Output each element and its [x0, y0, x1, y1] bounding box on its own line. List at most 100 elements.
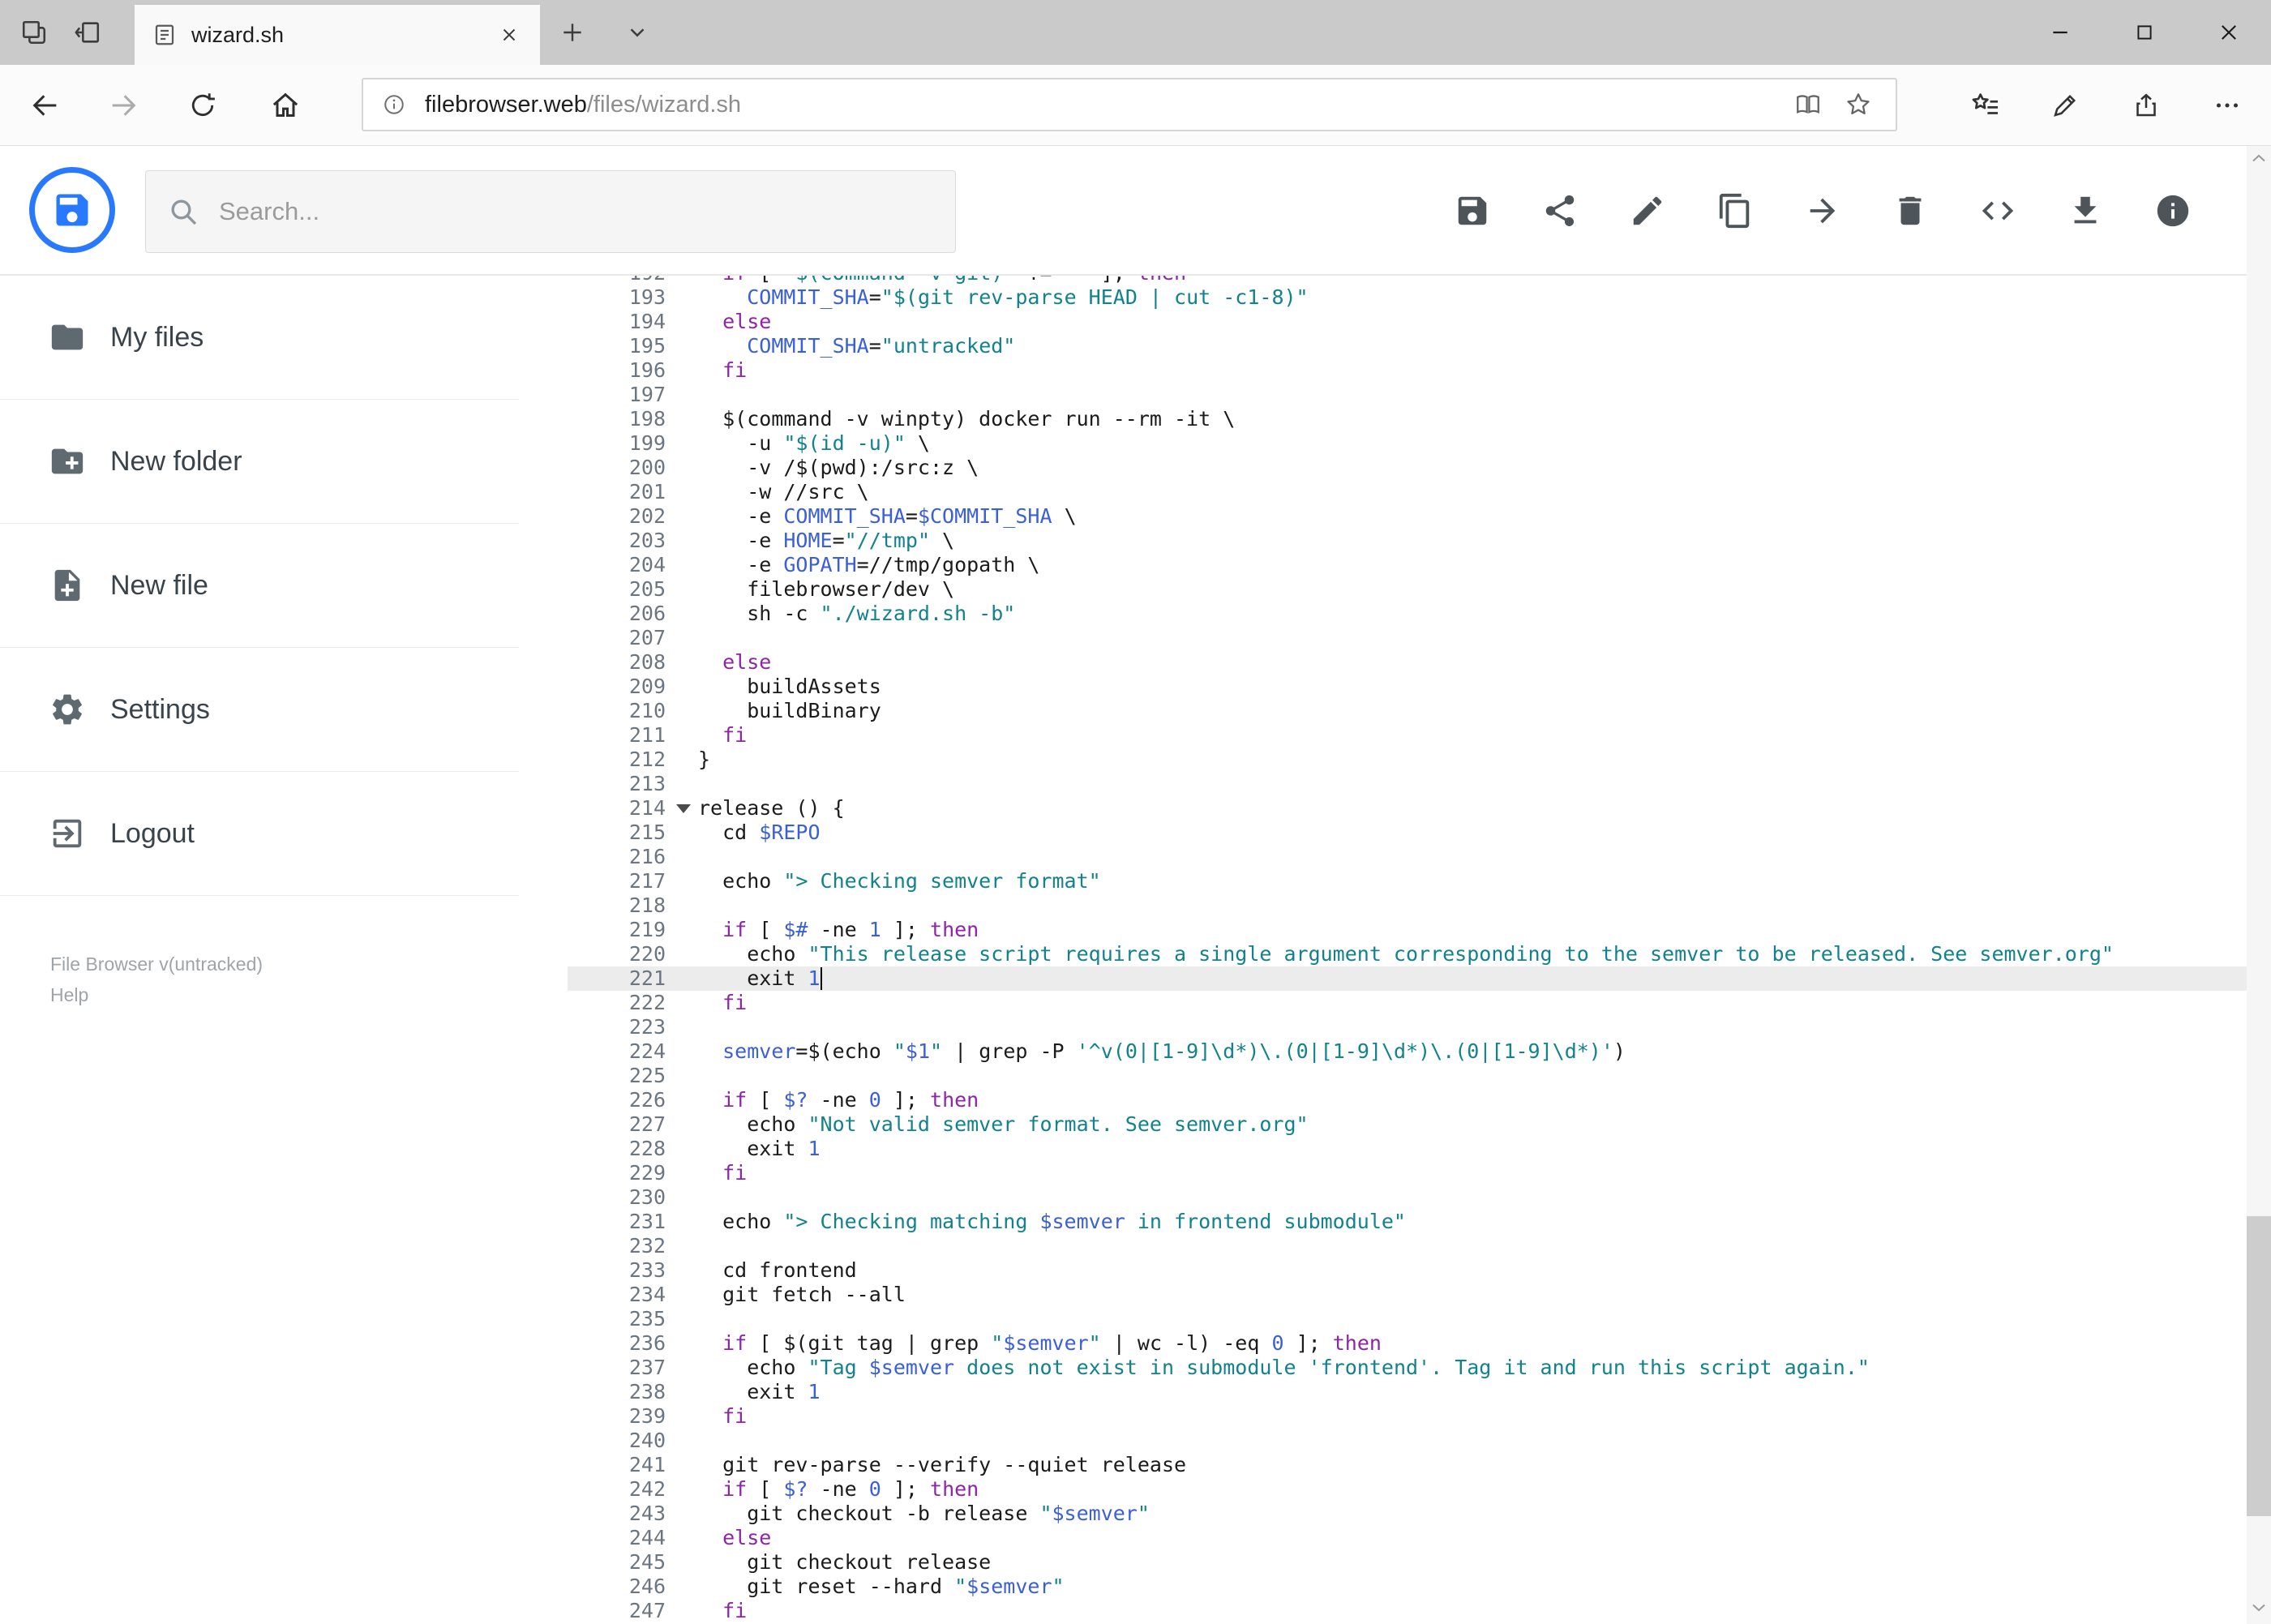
tab-close-icon[interactable]: [491, 17, 527, 53]
line-number[interactable]: 203: [568, 529, 666, 553]
help-link[interactable]: Help: [50, 979, 263, 1010]
line-number[interactable]: 208: [568, 650, 666, 675]
close-button[interactable]: [2187, 0, 2271, 65]
line-number[interactable]: 246: [568, 1575, 666, 1599]
code-text[interactable]: cd $REPO: [666, 821, 2247, 845]
code-line-246[interactable]: 246 git reset --hard "$semver": [568, 1575, 2247, 1599]
line-number[interactable]: 212: [568, 748, 666, 772]
line-number[interactable]: 231: [568, 1210, 666, 1234]
code-text[interactable]: buildAssets: [666, 675, 2247, 699]
code-line-243[interactable]: 243 git checkout -b release "$semver": [568, 1502, 2247, 1526]
sidebar-item-my-files[interactable]: My files: [0, 276, 519, 400]
code-text[interactable]: [666, 1185, 2247, 1210]
sidebar-item-new-folder[interactable]: New folder: [0, 400, 519, 524]
code-text[interactable]: fi: [666, 358, 2247, 383]
code-line-228[interactable]: 228 exit 1: [568, 1137, 2247, 1161]
code-text[interactable]: echo "Tag $semver does not exist in subm…: [666, 1356, 2247, 1380]
move-button[interactable]: [1797, 185, 1849, 237]
code-line-235[interactable]: 235: [568, 1307, 2247, 1331]
code-line-217[interactable]: 217 echo "> Checking semver format": [568, 869, 2247, 893]
code-text[interactable]: [666, 383, 2247, 407]
code-text[interactable]: git reset --hard "$semver": [666, 1575, 2247, 1599]
code-line-232[interactable]: 232: [568, 1234, 2247, 1258]
code-line-245[interactable]: 245 git checkout release: [568, 1550, 2247, 1575]
code-line-230[interactable]: 230: [568, 1185, 2247, 1210]
line-number[interactable]: 244: [568, 1526, 666, 1550]
favorite-star-icon[interactable]: [1837, 84, 1879, 126]
line-number[interactable]: 193: [568, 285, 666, 310]
code-text[interactable]: semver=$(echo "$1" | grep -P '^v(0|[1-9]…: [666, 1039, 2247, 1064]
line-number[interactable]: 236: [568, 1331, 666, 1356]
code-text[interactable]: buildBinary: [666, 699, 2247, 723]
code-line-211[interactable]: 211 fi: [568, 723, 2247, 748]
code-line-197[interactable]: 197: [568, 383, 2247, 407]
line-number[interactable]: 235: [568, 1307, 666, 1331]
line-number[interactable]: 205: [568, 577, 666, 602]
address-bar[interactable]: filebrowser.web/files/wizard.sh: [362, 78, 1897, 131]
code-text[interactable]: [666, 1307, 2247, 1331]
minimize-button[interactable]: [2018, 0, 2102, 65]
line-number[interactable]: 229: [568, 1161, 666, 1185]
line-number[interactable]: 221: [568, 966, 666, 991]
line-number[interactable]: 200: [568, 456, 666, 480]
code-line-206[interactable]: 206 sh -c "./wizard.sh -b": [568, 602, 2247, 626]
save-button[interactable]: [1446, 185, 1498, 237]
reading-view-icon[interactable]: [1787, 84, 1829, 126]
tab-list-chevron-icon[interactable]: [615, 10, 660, 55]
code-line-199[interactable]: 199 -u "$(id -u)" \: [568, 431, 2247, 456]
code-line-233[interactable]: 233 cd frontend: [568, 1258, 2247, 1283]
line-number[interactable]: 202: [568, 504, 666, 529]
code-text[interactable]: [666, 1064, 2247, 1088]
line-number[interactable]: 206: [568, 602, 666, 626]
back-icon[interactable]: [23, 83, 68, 128]
code-line-231[interactable]: 231 echo "> Checking matching $semver in…: [568, 1210, 2247, 1234]
line-number[interactable]: 245: [568, 1550, 666, 1575]
new-tab-button[interactable]: [550, 10, 595, 55]
code-line-239[interactable]: 239 fi: [568, 1404, 2247, 1429]
code-line-193[interactable]: 193 COMMIT_SHA="$(git rev-parse HEAD | c…: [568, 285, 2247, 310]
sidebar-item-logout[interactable]: Logout: [0, 772, 519, 896]
code-line-222[interactable]: 222 fi: [568, 991, 2247, 1015]
code-line-205[interactable]: 205 filebrowser/dev \: [568, 577, 2247, 602]
code-text[interactable]: [666, 845, 2247, 869]
line-number[interactable]: 227: [568, 1112, 666, 1137]
code-line-216[interactable]: 216: [568, 845, 2247, 869]
url-text[interactable]: filebrowser.web/files/wizard.sh: [425, 92, 741, 118]
line-number[interactable]: 230: [568, 1185, 666, 1210]
line-number[interactable]: 224: [568, 1039, 666, 1064]
code-line-247[interactable]: 247 fi: [568, 1599, 2247, 1623]
code-text[interactable]: -u "$(id -u)" \: [666, 431, 2247, 456]
code-line-213[interactable]: 213: [568, 772, 2247, 796]
code-text[interactable]: echo "This release script requires a sin…: [666, 942, 2247, 966]
line-number[interactable]: 218: [568, 893, 666, 918]
code-line-195[interactable]: 195 COMMIT_SHA="untracked": [568, 334, 2247, 358]
line-number[interactable]: 210: [568, 699, 666, 723]
code-line-218[interactable]: 218: [568, 893, 2247, 918]
code-line-242[interactable]: 242 if [ $? -ne 0 ]; then: [568, 1477, 2247, 1502]
code-text[interactable]: fi: [666, 1161, 2247, 1185]
code-line-208[interactable]: 208 else: [568, 650, 2247, 675]
line-number[interactable]: 238: [568, 1380, 666, 1404]
raw-button[interactable]: [1972, 185, 2024, 237]
code-text[interactable]: else: [666, 650, 2247, 675]
refresh-icon[interactable]: [180, 83, 225, 128]
line-number[interactable]: 222: [568, 991, 666, 1015]
code-text[interactable]: git checkout release: [666, 1550, 2247, 1575]
line-number[interactable]: 213: [568, 772, 666, 796]
line-number[interactable]: 197: [568, 383, 666, 407]
line-number[interactable]: 247: [568, 1599, 666, 1623]
line-number[interactable]: 194: [568, 310, 666, 334]
code-line-227[interactable]: 227 echo "Not valid semver format. See s…: [568, 1112, 2247, 1137]
code-text[interactable]: fi: [666, 1404, 2247, 1429]
code-line-202[interactable]: 202 -e COMMIT_SHA=$COMMIT_SHA \: [568, 504, 2247, 529]
code-text[interactable]: if [ $? -ne 0 ]; then: [666, 1477, 2247, 1502]
code-line-192[interactable]: 192 if [ "$(command -v git)" != "" ]; th…: [568, 276, 2247, 285]
code-line-241[interactable]: 241 git rev-parse --verify --quiet relea…: [568, 1453, 2247, 1477]
code-text[interactable]: [666, 893, 2247, 918]
line-number[interactable]: 209: [568, 675, 666, 699]
sidebar-item-new-file[interactable]: New file: [0, 524, 519, 648]
line-number[interactable]: 217: [568, 869, 666, 893]
hub-favorites-icon[interactable]: [1963, 83, 2008, 128]
line-number[interactable]: 204: [568, 553, 666, 577]
code-text[interactable]: release () {: [666, 796, 2247, 821]
